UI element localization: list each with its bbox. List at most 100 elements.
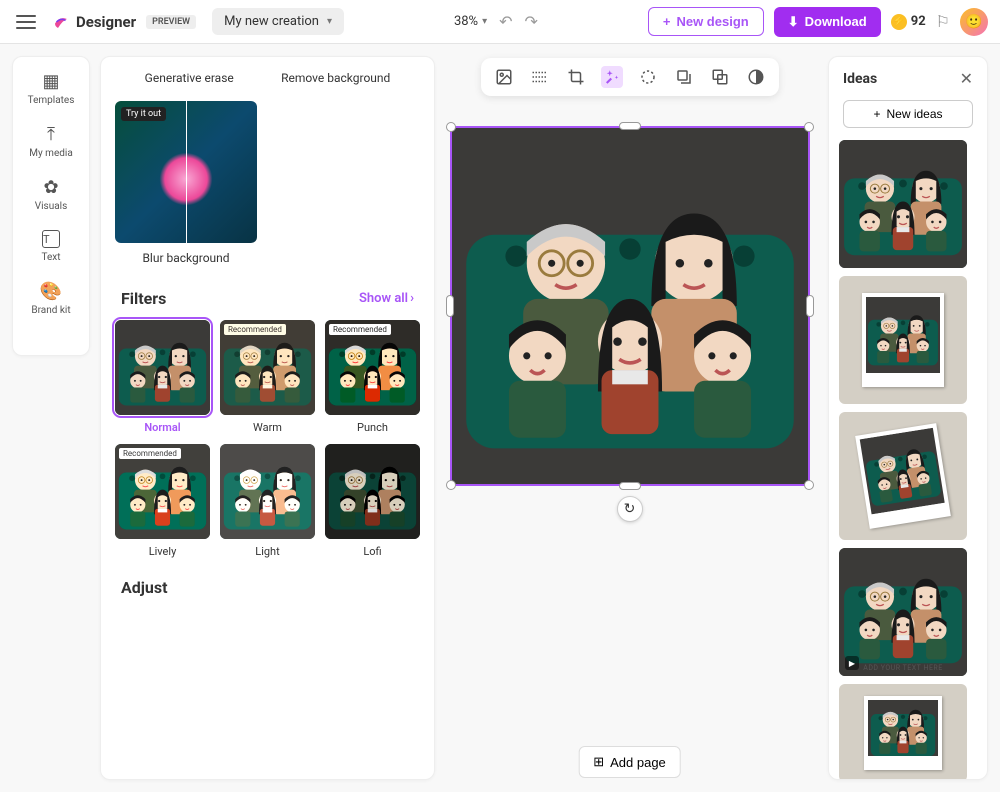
- project-selector[interactable]: My new creation ▾: [212, 8, 344, 35]
- show-all-filters[interactable]: Show all ›: [359, 291, 414, 306]
- resize-handle-e[interactable]: [806, 295, 814, 317]
- coin-icon: ⚡: [891, 14, 907, 30]
- credits-count: 92: [911, 14, 926, 29]
- plus-icon: +: [663, 14, 671, 29]
- recommended-badge: Recommended: [329, 324, 391, 335]
- filter-thumb: Recommended: [220, 320, 315, 415]
- project-name: My new creation: [224, 14, 319, 29]
- chevron-right-icon: ›: [410, 291, 414, 306]
- select-tool-icon[interactable]: [637, 66, 659, 88]
- plus-icon: +: [873, 107, 880, 121]
- ideas-title: Ideas: [843, 71, 877, 87]
- filter-warm[interactable]: Recommended Warm: [220, 320, 315, 434]
- blur-background-label: Blur background: [115, 251, 257, 265]
- idea-card-5[interactable]: [839, 684, 967, 779]
- download-icon: ⬇: [788, 14, 799, 30]
- filter-normal[interactable]: Normal: [115, 320, 210, 434]
- filter-thumb: [325, 444, 420, 539]
- credits-display[interactable]: ⚡ 92: [891, 14, 926, 30]
- filter-label: Light: [220, 545, 315, 558]
- resize-handle-nw[interactable]: [446, 122, 456, 132]
- canvas-image: [452, 128, 808, 484]
- filter-label: Lively: [115, 545, 210, 558]
- preview-badge: PREVIEW: [146, 15, 196, 29]
- resize-handle-s[interactable]: [619, 482, 641, 490]
- chevron-down-icon: ▾: [482, 16, 487, 27]
- resize-handle-w[interactable]: [446, 295, 454, 317]
- idea-caption: ADD YOUR TEXT HERE: [839, 664, 967, 672]
- ideas-panel: Ideas ✕ + New ideas ▶ADD YOUR TEXT HERE: [828, 56, 988, 780]
- resize-handle-n[interactable]: [619, 122, 641, 130]
- layers-tool-icon[interactable]: [709, 66, 731, 88]
- idea-card-4[interactable]: ▶ADD YOUR TEXT HERE: [839, 548, 967, 676]
- new-design-button[interactable]: + New design: [648, 7, 764, 36]
- flower-thumbnail: [115, 101, 257, 243]
- idea-card-1[interactable]: [839, 140, 967, 268]
- canvas-toolbar: [481, 58, 779, 96]
- resize-handle-ne[interactable]: [804, 122, 814, 132]
- effects-tool-icon[interactable]: [529, 66, 551, 88]
- filter-thumb: Recommended: [325, 320, 420, 415]
- rail-text[interactable]: TText: [41, 230, 60, 263]
- filter-label: Lofi: [325, 545, 420, 558]
- filter-thumb: Recommended: [115, 444, 210, 539]
- avatar[interactable]: 🙂: [960, 8, 988, 36]
- filter-thumb: [115, 320, 210, 415]
- undo-icon[interactable]: ↶: [499, 12, 512, 31]
- filter-thumb: [220, 444, 315, 539]
- filter-label: Punch: [325, 421, 420, 434]
- plus-icon: ⊞: [593, 754, 604, 770]
- chevron-down-icon: ▾: [327, 16, 332, 27]
- blur-background-card[interactable]: Try it out: [115, 101, 257, 243]
- try-badge: Try it out: [121, 107, 166, 121]
- resize-handle-se[interactable]: [804, 480, 814, 490]
- rail-brand-kit[interactable]: 🎨Brand kit: [31, 281, 70, 316]
- canvas-selection[interactable]: ↻: [450, 126, 810, 486]
- magic-tool-icon[interactable]: [601, 66, 623, 88]
- recommended-badge: Recommended: [224, 324, 286, 335]
- filter-label: Warm: [220, 421, 315, 434]
- filter-lofi[interactable]: Lofi: [325, 444, 420, 558]
- redo-icon[interactable]: ↷: [525, 12, 538, 31]
- app-logo[interactable]: Designer PREVIEW: [52, 13, 196, 31]
- filter-lively[interactable]: Recommended Lively: [115, 444, 210, 558]
- rail-templates[interactable]: ▦Templates: [28, 71, 75, 106]
- idea-card-3[interactable]: [839, 412, 967, 540]
- remove-background-tab[interactable]: Remove background: [281, 71, 390, 85]
- generative-erase-tab[interactable]: Generative erase: [145, 71, 234, 85]
- rotate-handle[interactable]: ↻: [617, 496, 643, 522]
- image-tool-icon[interactable]: [493, 66, 515, 88]
- ideas-list: ▶ADD YOUR TEXT HERE: [829, 132, 985, 779]
- adjust-heading: Adjust: [121, 578, 414, 597]
- resize-handle-sw[interactable]: [446, 480, 456, 490]
- new-ideas-button[interactable]: + New ideas: [843, 100, 973, 128]
- filters-heading: Filters: [121, 289, 166, 308]
- download-button[interactable]: ⬇ Download: [774, 7, 881, 37]
- visuals-icon: ✿: [43, 177, 58, 197]
- recommended-badge: Recommended: [119, 448, 181, 459]
- add-page-button[interactable]: ⊞ Add page: [578, 746, 681, 778]
- app-name: Designer: [76, 13, 136, 31]
- filter-grid: NormalRecommendedWarmRecommendedPunchRec…: [101, 320, 434, 572]
- canvas-area: ↻ ⊞ Add page: [435, 44, 824, 792]
- expand-tool-icon[interactable]: [673, 66, 695, 88]
- app-header: Designer PREVIEW My new creation ▾ 38% ▾…: [0, 0, 1000, 44]
- filter-light[interactable]: Light: [220, 444, 315, 558]
- zoom-value: 38%: [454, 14, 478, 29]
- rail-my-media[interactable]: ⤒My media: [29, 124, 73, 159]
- filter-punch[interactable]: Recommended Punch: [325, 320, 420, 434]
- upload-icon: ⤒: [47, 124, 55, 144]
- text-icon: T: [42, 230, 60, 248]
- close-icon[interactable]: ✕: [960, 69, 973, 88]
- crop-tool-icon[interactable]: [565, 66, 587, 88]
- settings-icon[interactable]: ⚐: [936, 12, 950, 31]
- idea-card-2[interactable]: [839, 276, 967, 404]
- filter-label: Normal: [115, 421, 210, 434]
- rail-visuals[interactable]: ✿Visuals: [35, 177, 68, 212]
- contrast-tool-icon[interactable]: [745, 66, 767, 88]
- left-rail: ▦Templates ⤒My media ✿Visuals TText 🎨Bra…: [12, 56, 90, 356]
- menu-icon[interactable]: [12, 8, 40, 36]
- palette-icon: 🎨: [40, 281, 62, 301]
- zoom-control[interactable]: 38% ▾: [454, 14, 487, 29]
- properties-panel: Generative erase Remove background Try i…: [100, 56, 435, 780]
